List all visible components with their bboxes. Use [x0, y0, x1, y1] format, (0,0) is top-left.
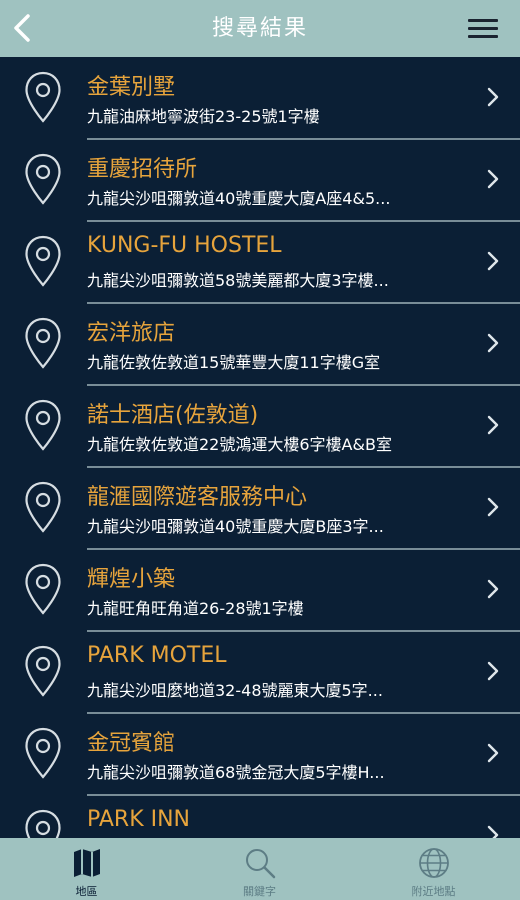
- chevron-right-icon: [487, 661, 499, 681]
- chevron-right-icon: [487, 251, 499, 271]
- result-list-item[interactable]: 金冠賓館九龍尖沙咀彌敦道68號金冠大廈5字樓H...: [0, 713, 520, 795]
- result-name: PARK MOTEL: [87, 643, 227, 668]
- result-name: 重慶招待所: [87, 157, 198, 182]
- result-address: 九龍尖沙咀彌敦道40號重慶大廈A座4&5...: [87, 189, 391, 208]
- result-address: 九龍油麻地寧波街23-25號1字樓: [87, 107, 320, 126]
- globe-icon: [418, 848, 449, 878]
- result-name: 諾士酒店(佐敦道): [87, 403, 259, 428]
- result-list-item[interactable]: PARK MOTEL 九龍尖沙咀麼地道32-48號麗東大廈5字...: [0, 631, 520, 713]
- results-list[interactable]: 金葉別墅九龍油麻地寧波街23-25號1字樓重慶招待所九龍尖沙咀彌敦道40號重慶大…: [0, 57, 520, 838]
- tab-search[interactable]: 關鍵字: [173, 838, 346, 900]
- result-name: 金冠賓館: [87, 731, 176, 756]
- result-list-item[interactable]: KUNG-FU HOSTEL 九龍尖沙咀彌敦道58號美麗都大廈3字樓...: [0, 221, 520, 303]
- location-pin-icon: [25, 153, 61, 205]
- location-pin-icon: [25, 727, 61, 779]
- result-address: 九龍佐敦佐敦道22號鴻運大樓6字樓A&B室: [87, 435, 392, 454]
- result-address: 九龍佐敦佐敦道15號華豐大廈11字樓G室: [87, 353, 381, 372]
- location-pin-icon: [25, 71, 61, 123]
- tab-label: 地區: [75, 885, 98, 898]
- tab-label: 關鍵字: [243, 885, 276, 898]
- result-address: 九龍尖沙咀彌敦道68號金冠大廈5字樓H...: [87, 763, 385, 782]
- chevron-right-icon: [487, 87, 499, 107]
- result-list-item[interactable]: 諾士酒店(佐敦道) 九龍佐敦佐敦道22號鴻運大樓6字樓A&B室: [0, 385, 520, 467]
- page-title: 搜尋結果: [211, 16, 308, 41]
- result-list-item[interactable]: PARK INN: [0, 795, 520, 838]
- location-pin-icon: [25, 563, 61, 615]
- chevron-right-icon: [487, 579, 499, 599]
- result-list-item[interactable]: 金葉別墅九龍油麻地寧波街23-25號1字樓: [0, 57, 520, 139]
- result-list-item[interactable]: 宏洋旅店九龍佐敦佐敦道15號華豐大廈11字樓G室: [0, 303, 520, 385]
- result-name: 輝煌小築: [87, 567, 176, 592]
- chevron-right-icon: [487, 743, 499, 763]
- location-pin-icon: [25, 809, 61, 838]
- result-address: 九龍尖沙咀彌敦道40號重慶大廈B座3字...: [87, 517, 384, 536]
- tab-map[interactable]: 地區: [0, 838, 173, 900]
- location-pin-icon: [25, 317, 61, 369]
- chevron-right-icon: [487, 169, 499, 189]
- tab-globe[interactable]: 附近地點: [347, 838, 520, 900]
- result-list-item[interactable]: 龍滙國際遊客服務中心九龍尖沙咀彌敦道40號重慶大廈B座3字...: [0, 467, 520, 549]
- result-address: 九龍旺角旺角道26-28號1字樓: [87, 599, 304, 618]
- result-name: 宏洋旅店: [87, 321, 176, 346]
- search-icon: [245, 849, 275, 879]
- result-list-item[interactable]: 重慶招待所九龍尖沙咀彌敦道40號重慶大廈A座4&5...: [0, 139, 520, 221]
- result-name: PARK INN: [87, 807, 191, 832]
- result-list-item[interactable]: 輝煌小築九龍旺角旺角道26-28號1字樓: [0, 549, 520, 631]
- location-pin-icon: [25, 645, 61, 697]
- chevron-right-icon: [487, 825, 499, 838]
- tab-label: 附近地點: [411, 885, 456, 898]
- result-name: 金葉別墅: [87, 75, 176, 100]
- header-bar: 搜尋結果: [0, 0, 520, 57]
- hamburger-menu-icon[interactable]: [468, 17, 500, 41]
- tab-bar: 地區 關鍵字 附近地點: [0, 838, 520, 900]
- result-address: 九龍尖沙咀麼地道32-48號麗東大廈5字...: [87, 681, 383, 700]
- chevron-right-icon: [487, 333, 499, 353]
- chevron-right-icon: [487, 415, 499, 435]
- location-pin-icon: [25, 235, 61, 287]
- result-address: 九龍尖沙咀彌敦道58號美麗都大廈3字樓...: [87, 271, 389, 290]
- chevron-right-icon: [487, 497, 499, 517]
- location-pin-icon: [25, 481, 61, 533]
- location-pin-icon: [25, 399, 61, 451]
- map-icon: [73, 849, 100, 877]
- result-name: 龍滙國際遊客服務中心: [87, 485, 308, 510]
- result-name: KUNG-FU HOSTEL: [87, 233, 282, 258]
